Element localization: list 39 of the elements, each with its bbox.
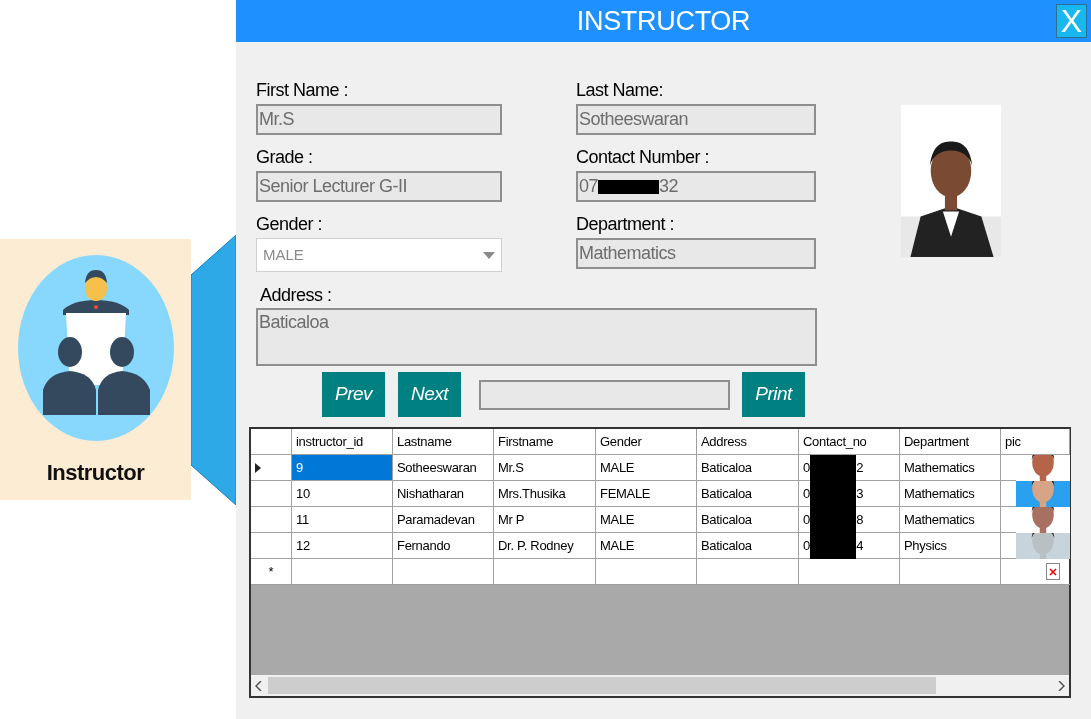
scroll-left-icon[interactable] [255,680,262,691]
instructor-card[interactable]: Instructor [0,239,191,500]
table-cell: 0 4 [799,533,900,559]
table-cell: 0 8 [799,507,900,533]
table-cell: 0 2 [799,455,900,481]
row-header: * [251,559,292,585]
redaction-bar [810,454,857,481]
scrollbar-thumb[interactable] [268,677,936,694]
field-label: First Name : [256,79,349,102]
field-label: Department : [576,213,676,236]
table-cell: 0 3 [799,481,900,507]
current-row-icon [255,462,261,473]
field-label: Contact Number : [576,146,711,169]
input-field[interactable]: Senior Lecturer G-II [256,171,502,202]
nav-button[interactable]: Prev [322,372,385,417]
caret-icon [483,251,495,259]
field-label: Grade : [256,146,314,169]
print-button[interactable]: Print [742,372,805,417]
card-label: Instructor [46,459,145,487]
gender-dropdown[interactable]: MALE [256,238,502,272]
field-label: Last Name: [576,79,665,102]
close-button[interactable]: X [1056,4,1087,38]
input-field[interactable]: 07 32 [576,171,816,202]
redaction-bar [598,179,660,194]
input-field[interactable]: Mr.S [256,104,502,135]
broken-image-icon [1046,563,1060,580]
field-label: Address : [259,284,333,307]
field-label: Gender : [256,213,324,236]
nav-button[interactable]: Next [398,372,461,417]
input-field[interactable]: Mathematics [576,238,816,269]
input-field[interactable] [479,379,730,410]
input-field[interactable]: Sotheeswaran [576,104,816,135]
horizontal-scrollbar[interactable] [251,675,1069,696]
address-field[interactable]: Baticaloa [256,308,817,366]
redaction-bar [810,532,857,559]
window-title: INSTRUCTOR [576,4,751,38]
audience-icon [17,255,174,442]
table-cell: 9 [292,455,393,481]
scroll-right-icon[interactable] [1058,680,1065,691]
